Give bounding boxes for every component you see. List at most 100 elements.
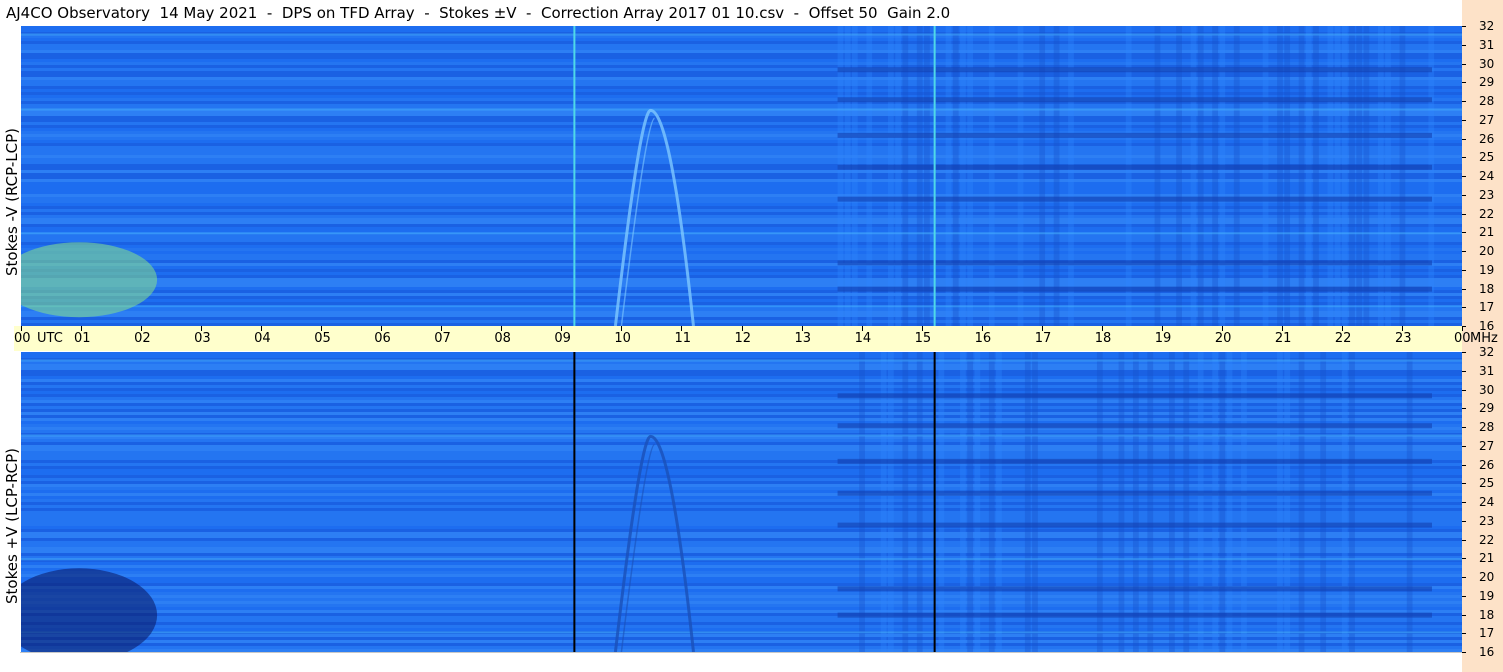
- mhz-tick-label: 26: [1479, 131, 1495, 146]
- frequency-band: [21, 203, 1462, 206]
- frequency-band: [21, 284, 1462, 287]
- mhz-tick-mark: [1462, 288, 1466, 290]
- top-panel-ylabel: Stokes -V (RCP-LCP): [3, 128, 21, 276]
- frequency-band: [21, 221, 1462, 224]
- mhz-tick-mark: [1462, 427, 1466, 428]
- frequency-band: [21, 74, 1462, 77]
- bright-stripe: [21, 232, 1462, 235]
- bottom-panel-ylabel: Stokes +V (LCP-RCP): [3, 448, 21, 604]
- frequency-band: [21, 152, 1462, 155]
- mhz-tick-mark: [1462, 483, 1466, 485]
- dark-stripe: [837, 260, 1432, 266]
- bright-stripe: [21, 359, 1462, 362]
- mhz-tick-label: 29: [1479, 75, 1495, 90]
- mhz-tick-mark: [1462, 44, 1466, 46]
- frequency-band: [21, 53, 1462, 56]
- frequency-band: [21, 236, 1462, 239]
- frequency-band: [21, 44, 1462, 47]
- frame-bottom: [20, 652, 1463, 653]
- frequency-band: [21, 188, 1462, 191]
- utc-tick-mark: [861, 326, 863, 331]
- frequency-band: [21, 86, 1462, 89]
- frequency-band: [21, 38, 1462, 41]
- dark-stripe: [837, 612, 1432, 618]
- utc-tick-mark: [1161, 326, 1163, 331]
- frequency-band: [21, 116, 1462, 119]
- mhz-tick-label: 17: [1479, 300, 1495, 315]
- frequency-band: [21, 245, 1462, 248]
- frequency-band: [21, 308, 1462, 311]
- frequency-band: [21, 266, 1462, 269]
- mhz-tick-mark: [1462, 445, 1466, 447]
- frequency-band: [21, 191, 1462, 194]
- utc-tick-mark: [1281, 326, 1283, 331]
- mhz-tick-mark: [1462, 614, 1466, 616]
- utc-tick-mark: [501, 326, 503, 331]
- utc-tick-mark: [261, 326, 263, 331]
- mhz-tick-label: 28: [1479, 420, 1495, 434]
- mhz-tick-label: 20: [1479, 570, 1495, 584]
- mhz-tick-label: 22: [1479, 206, 1495, 221]
- frequency-band: [21, 122, 1462, 125]
- dark-stripe: [837, 490, 1432, 496]
- mhz-tick-label: 25: [1479, 476, 1495, 491]
- frequency-band: [21, 251, 1462, 254]
- mhz-tick-mark: [1462, 307, 1466, 309]
- bright-stripe: [21, 33, 1462, 36]
- frequency-band: [21, 41, 1462, 44]
- utc-tick-mark: [681, 326, 683, 331]
- bright-stripe: [21, 108, 1462, 111]
- frequency-band: [21, 179, 1462, 182]
- mhz-tick-label: 27: [1479, 438, 1495, 453]
- bright-stripe: [21, 631, 1462, 634]
- mhz-tick-label: 18: [1479, 281, 1495, 296]
- utc-tick-label: 17: [1034, 331, 1052, 346]
- utc-tick-label: 21: [1274, 331, 1292, 346]
- mhz-tick-mark: [1462, 502, 1466, 503]
- utc-tick-mark: [981, 326, 983, 331]
- utc-tick-label: 18: [1094, 331, 1112, 346]
- utc-tick-mark: [1221, 326, 1223, 331]
- frequency-band: [21, 146, 1462, 149]
- mhz-tick-mark: [1462, 82, 1466, 84]
- mhz-tick-label: 19: [1479, 262, 1495, 277]
- mhz-tick-label: 21: [1479, 225, 1495, 240]
- mhz-tick-mark: [1462, 232, 1466, 234]
- mhz-tick-label: 28: [1479, 94, 1495, 108]
- utc-tick-label: 20: [1214, 331, 1232, 346]
- frequency-band: [21, 248, 1462, 251]
- frequency-band: [21, 83, 1462, 86]
- bright-stripe: [21, 305, 1462, 308]
- mhz-tick-mark: [1462, 194, 1466, 196]
- frequency-band: [21, 206, 1462, 209]
- frequency-band: [21, 80, 1462, 83]
- frequency-band: [21, 173, 1462, 176]
- mhz-tick-mark: [1462, 389, 1466, 391]
- frequency-band: [21, 299, 1462, 302]
- frequency-band: [21, 293, 1462, 296]
- utc-tick-label: 08: [494, 331, 511, 346]
- frequency-band: [21, 59, 1462, 62]
- mhz-tick-mark: [1462, 269, 1466, 271]
- utc-tick-mark: [141, 326, 143, 331]
- mhz-tick-mark: [1462, 520, 1466, 522]
- mhz-tick-label: 23: [1479, 187, 1495, 202]
- utc-tick-label: 07: [434, 331, 451, 346]
- utc-tick-label: 10: [614, 331, 631, 346]
- utc-tick-label: 13: [794, 331, 812, 346]
- frequency-band: [21, 92, 1462, 95]
- vertical-line: [933, 26, 936, 326]
- frequency-band: [21, 47, 1462, 50]
- mhz-tick-mark: [1462, 326, 1466, 327]
- mhz-tick-mark: [1462, 26, 1466, 27]
- frequency-band: [21, 170, 1462, 173]
- frequency-band: [21, 215, 1462, 218]
- frequency-band: [21, 158, 1462, 161]
- dark-stripe: [837, 67, 1432, 73]
- frequency-band: [21, 113, 1462, 116]
- frequency-band: [21, 140, 1462, 143]
- utc-tick-mark: [921, 326, 923, 331]
- vertical-line: [573, 26, 576, 326]
- utc-tick-mark: [1341, 326, 1343, 331]
- mhz-tick-label: 32: [1479, 19, 1495, 33]
